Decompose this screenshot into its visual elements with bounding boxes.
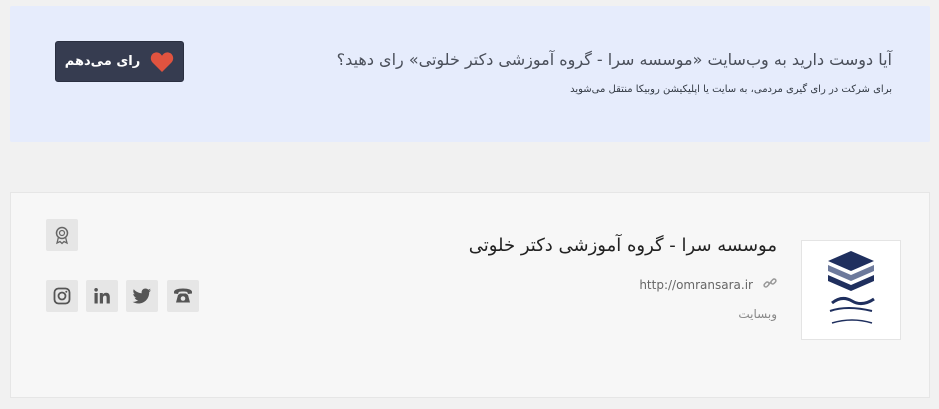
website-link[interactable]: http://omransara.ir xyxy=(639,278,753,292)
vote-question: آیا دوست دارید به وب‌سایت «موسسه سرا - گ… xyxy=(336,50,892,69)
profile-card: موسسه سرا - گروه آموزشی دکتر خلوتی http:… xyxy=(10,192,930,398)
vote-note: برای شرکت در رای گیری مردمی، به سایت یا … xyxy=(570,84,892,95)
website-label: وبسایت xyxy=(738,307,777,321)
vote-banner: آیا دوست دارید به وب‌سایت «موسسه سرا - گ… xyxy=(10,6,930,142)
website-row: http://omransara.ir xyxy=(639,275,777,294)
organization-title: موسسه سرا - گروه آموزشی دکتر خلوتی xyxy=(468,235,777,256)
organization-logo xyxy=(801,240,901,340)
vote-button[interactable]: رای می‌دهم xyxy=(55,41,184,82)
twitter-icon[interactable] xyxy=(126,280,158,312)
link-icon xyxy=(763,275,777,294)
heart-icon xyxy=(150,51,174,73)
linkedin-icon[interactable] xyxy=(86,280,118,312)
vote-button-label: رای می‌دهم xyxy=(64,54,141,69)
instagram-icon[interactable] xyxy=(46,280,78,312)
certificate-icon xyxy=(46,219,78,251)
phone-icon[interactable] xyxy=(167,280,199,312)
